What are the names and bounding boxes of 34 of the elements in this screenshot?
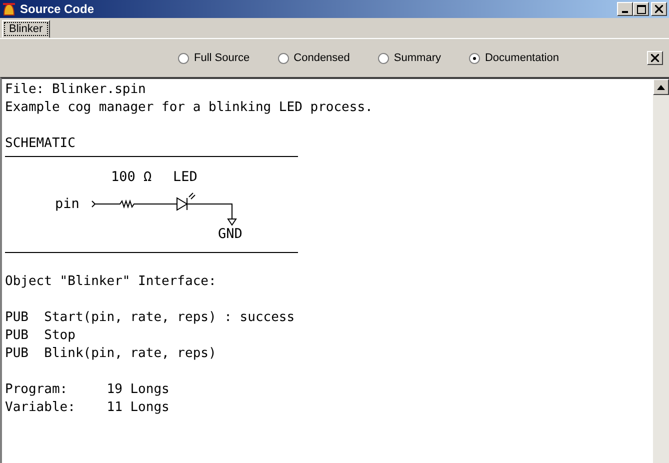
radio-option[interactable]: Documentation [468, 52, 559, 64]
text-line: Example cog manager for a blinking LED process. [5, 99, 374, 117]
radio-option[interactable]: Summary [378, 52, 441, 64]
up-arrow-icon [657, 84, 665, 90]
window-title: Source Code [20, 2, 96, 16]
text-line: File: Blinker.spin [5, 81, 147, 99]
close-icon [651, 54, 659, 62]
close-button[interactable] [651, 2, 667, 16]
scroll-up-button[interactable] [653, 79, 669, 95]
ground-label: GND [218, 226, 242, 242]
radio-button[interactable] [468, 52, 480, 64]
minimize-button[interactable] [617, 2, 633, 16]
tab[interactable]: Blinker [2, 20, 50, 38]
radio-option[interactable]: Condensed [278, 52, 350, 64]
maximize-icon [636, 4, 646, 14]
text-line: PUB Start(pin, rate, reps) : success [5, 309, 296, 327]
text-line: PUB Blink(pin, rate, reps) [5, 345, 218, 363]
pin-label: pin [55, 196, 80, 212]
text-line: Variable: 11 Longs [5, 399, 170, 417]
text-line: SCHEMATIC [5, 135, 76, 153]
text-line: PUB Stop [5, 327, 76, 345]
radio-button[interactable] [178, 52, 189, 64]
text-line: Object "Blinker" Interface: [5, 273, 218, 291]
close-button[interactable] [647, 51, 663, 65]
bell-icon [2, 2, 16, 16]
maximize-button[interactable] [633, 2, 649, 16]
vertical-scrollbar[interactable] [653, 79, 669, 463]
resistor-label: 100 Ω [111, 169, 152, 185]
radio-button[interactable] [378, 52, 389, 64]
led-label: LED [173, 169, 198, 185]
radio-option[interactable]: Full Source [178, 52, 250, 64]
close-icon [655, 5, 663, 13]
text-line: Program: 19 Longs [5, 381, 170, 399]
radio-button[interactable] [278, 52, 289, 64]
